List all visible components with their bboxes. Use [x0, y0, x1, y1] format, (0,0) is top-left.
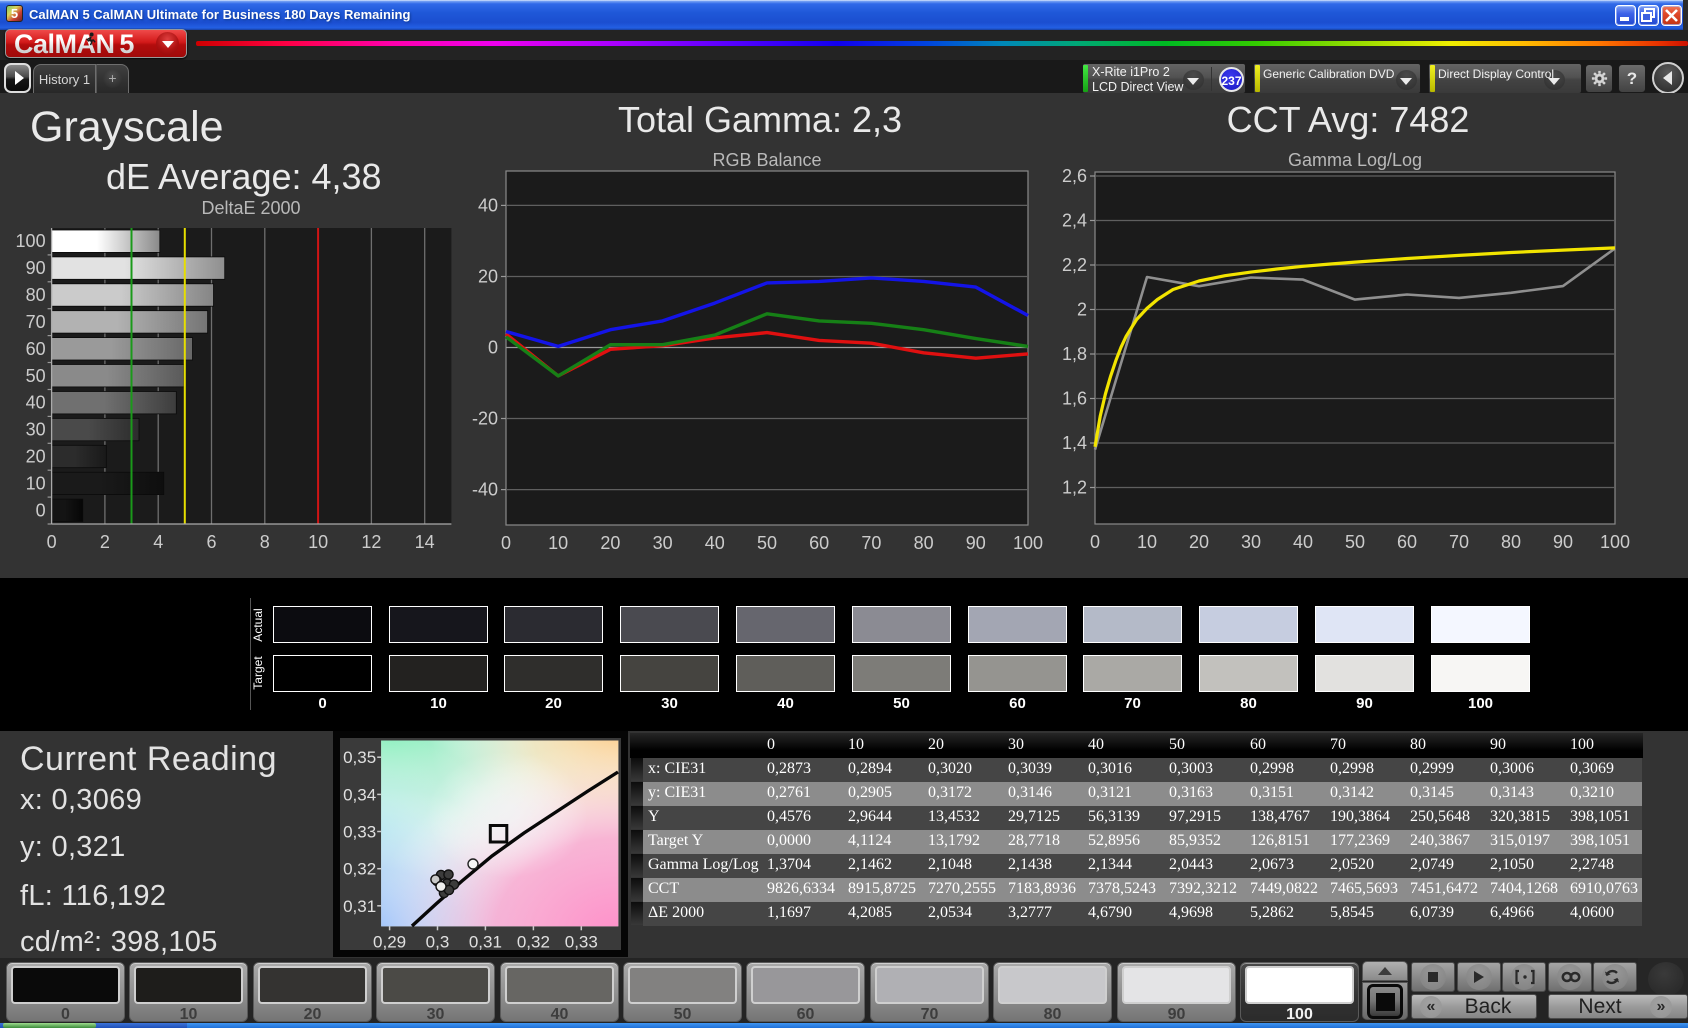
svg-text:-40: -40 — [472, 480, 498, 500]
svg-text:0,31: 0,31 — [343, 897, 376, 916]
svg-text:80: 80 — [26, 285, 46, 305]
svg-text:20: 20 — [478, 267, 498, 287]
svg-text:10: 10 — [308, 532, 328, 552]
svg-text:40: 40 — [26, 393, 46, 413]
svg-text:70: 70 — [26, 312, 46, 332]
svg-text:0: 0 — [36, 500, 46, 520]
svg-text:100: 100 — [16, 231, 46, 251]
svg-text:14: 14 — [415, 532, 435, 552]
svg-text:12: 12 — [361, 532, 381, 552]
svg-text:30: 30 — [653, 533, 673, 553]
svg-text:10: 10 — [26, 473, 46, 493]
svg-text:60: 60 — [809, 533, 829, 553]
svg-text:0,33: 0,33 — [343, 823, 376, 842]
svg-text:20: 20 — [1189, 532, 1209, 552]
svg-text:-20: -20 — [472, 409, 498, 429]
svg-text:0: 0 — [501, 533, 511, 553]
svg-text:30: 30 — [1241, 532, 1261, 552]
svg-text:90: 90 — [1553, 532, 1573, 552]
svg-text:6: 6 — [206, 532, 216, 552]
svg-text:40: 40 — [1293, 532, 1313, 552]
svg-text:70: 70 — [861, 533, 881, 553]
svg-text:8: 8 — [260, 532, 270, 552]
svg-text:0,3: 0,3 — [426, 932, 450, 951]
svg-text:20: 20 — [600, 533, 620, 553]
svg-text:1,4: 1,4 — [1062, 433, 1087, 453]
svg-text:0: 0 — [1090, 532, 1100, 552]
svg-text:0,29: 0,29 — [373, 932, 406, 951]
svg-text:90: 90 — [26, 258, 46, 278]
svg-text:100: 100 — [1600, 532, 1630, 552]
svg-text:50: 50 — [757, 533, 777, 553]
svg-text:50: 50 — [26, 366, 46, 386]
svg-text:1,6: 1,6 — [1062, 389, 1087, 409]
svg-text:4: 4 — [153, 532, 163, 552]
svg-text:2,2: 2,2 — [1062, 255, 1087, 275]
svg-text:10: 10 — [1137, 532, 1157, 552]
svg-text:2,4: 2,4 — [1062, 211, 1087, 231]
svg-text:10: 10 — [548, 533, 568, 553]
svg-text:0,32: 0,32 — [343, 860, 376, 879]
svg-text:0: 0 — [488, 338, 498, 358]
svg-text:1,2: 1,2 — [1062, 478, 1087, 498]
svg-text:30: 30 — [26, 420, 46, 440]
svg-text:2: 2 — [100, 532, 110, 552]
svg-text:80: 80 — [1501, 532, 1521, 552]
svg-text:0,33: 0,33 — [565, 932, 598, 951]
svg-text:90: 90 — [966, 533, 986, 553]
svg-text:50: 50 — [1345, 532, 1365, 552]
svg-text:0,31: 0,31 — [469, 932, 502, 951]
svg-text:0,34: 0,34 — [343, 785, 376, 804]
svg-text:0: 0 — [47, 532, 57, 552]
svg-text:0,32: 0,32 — [517, 932, 550, 951]
svg-text:40: 40 — [705, 533, 725, 553]
svg-text:20: 20 — [26, 447, 46, 467]
svg-text:100: 100 — [1013, 533, 1043, 553]
svg-text:60: 60 — [1397, 532, 1417, 552]
svg-text:70: 70 — [1449, 532, 1469, 552]
svg-text:2: 2 — [1077, 300, 1087, 320]
svg-text:40: 40 — [478, 195, 498, 215]
svg-text:80: 80 — [914, 533, 934, 553]
svg-text:0,35: 0,35 — [343, 748, 376, 767]
svg-text:60: 60 — [26, 339, 46, 359]
svg-text:1,8: 1,8 — [1062, 344, 1087, 364]
svg-text:2,6: 2,6 — [1062, 166, 1087, 186]
